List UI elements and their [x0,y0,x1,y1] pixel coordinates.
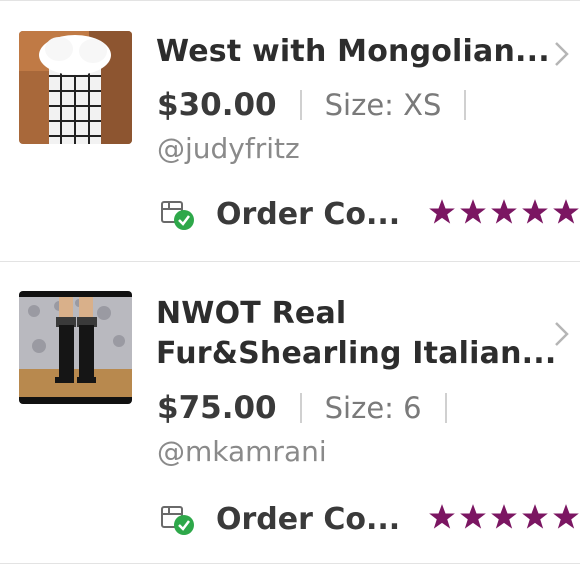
listing-title-line: Fur&Shearling Italian... [156,336,557,371]
price: $30.00 [157,87,277,123]
separator [299,393,302,423]
star-icon [553,504,579,529]
seller-username[interactable]: @judyfritz [157,132,300,165]
size-label: Size: 6 [324,391,422,425]
order-complete-icon [160,501,196,537]
order-complete-icon [160,196,196,232]
listing-title-line: NWOT Real [156,296,347,331]
product-thumbnail[interactable] [19,31,132,144]
order-status: Order Co... [160,497,400,541]
star-icon [460,199,486,224]
list-item[interactable]: West with Mongolian... $30.00 Size: XS @… [0,0,580,290]
star-icon [460,504,486,529]
separator [464,90,467,120]
order-list: West with Mongolian... $30.00 Size: XS @… [0,0,580,580]
star-icon [522,504,548,529]
seller-username[interactable]: @mkamrani [157,435,327,468]
list-divider [0,563,580,564]
star-icon [429,199,455,224]
price: $75.00 [157,390,277,426]
chevron-right-icon[interactable] [553,40,571,68]
order-status: Order Co... [160,192,400,236]
product-thumbnail[interactable] [19,291,132,404]
rating-stars [428,198,580,226]
star-icon [491,199,517,224]
listing-title[interactable]: NWOT Real Fur&Shearling Italian... [156,294,557,374]
price-size-row: $75.00 Size: 6 [157,388,470,428]
price-size-row: $30.00 Size: XS [157,85,489,125]
listing-title-line: West with Mongolian... [156,34,550,69]
star-icon [491,504,517,529]
separator [444,393,447,423]
star-icon [429,504,455,529]
separator [299,90,302,120]
star-icon [553,199,579,224]
chevron-right-icon[interactable] [553,320,571,348]
rating-stars [428,503,580,531]
status-text: Order Co... [216,196,401,232]
boots-photo-icon [19,291,132,404]
fur-vest-photo-icon [19,31,132,144]
listing-title[interactable]: West with Mongolian... [156,32,550,72]
size-label: Size: XS [324,88,442,122]
star-icon [522,199,548,224]
status-text: Order Co... [216,501,401,537]
list-item[interactable]: NWOT Real Fur&Shearling Italian... $75.0… [0,262,580,552]
